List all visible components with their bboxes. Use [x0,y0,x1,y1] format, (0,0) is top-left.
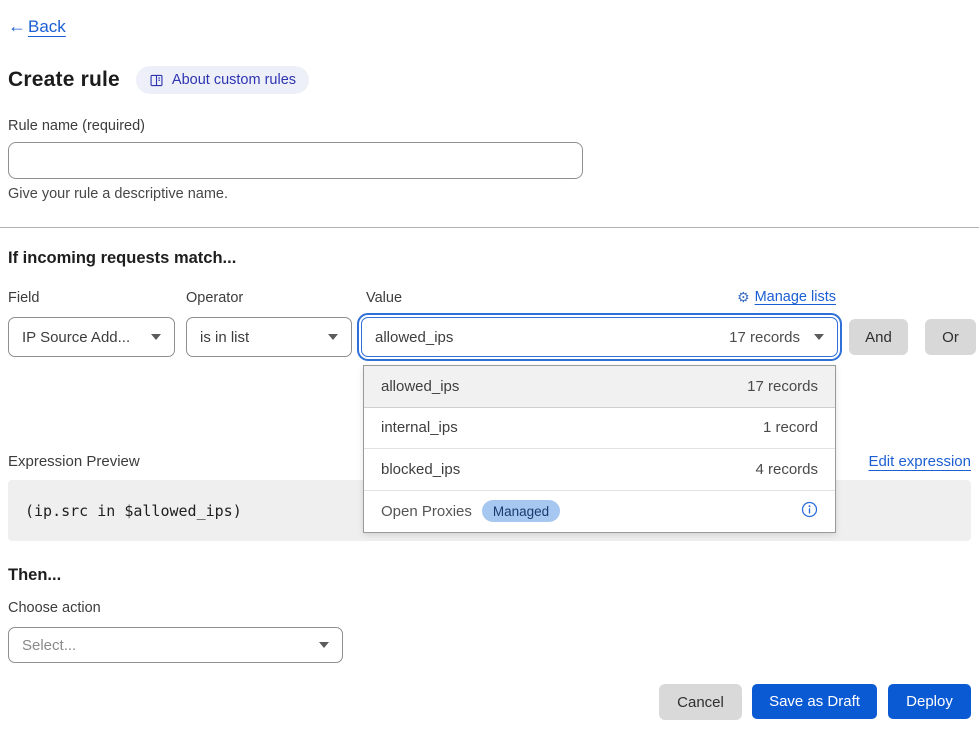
rule-name-helper-text: Give your rule a descriptive name. [8,186,228,202]
operator-select-value: is in list [200,329,249,346]
or-button[interactable]: Or [925,319,976,355]
info-icon[interactable] [801,501,818,522]
cancel-button[interactable]: Cancel [659,684,742,720]
field-select-value: IP Source Add... [22,329,130,346]
title-row: Create rule About custom rules [8,66,309,94]
and-button[interactable]: And [849,319,908,355]
action-select-placeholder: Select... [22,637,76,654]
manage-lists-label: Manage lists [755,289,836,305]
book-icon [149,73,164,88]
list-option-name: Open Proxies [381,503,472,520]
field-select[interactable]: IP Source Add... [8,317,175,357]
about-custom-rules-link[interactable]: About custom rules [136,66,309,94]
match-section-heading: If incoming requests match... [8,249,236,268]
expression-code: (ip.src in $allowed_ips) [25,502,242,520]
list-option-internal-ips[interactable]: internal_ips 1 record [364,408,835,450]
list-option-allowed-ips[interactable]: allowed_ips 17 records [364,366,835,408]
back-link-label: Back [28,17,66,37]
choose-action-label: Choose action [8,600,101,616]
manage-lists-link[interactable]: ⚙ Manage lists [737,289,836,305]
field-label: Field [8,290,39,306]
value-select-records-count: 17 records [729,329,800,346]
rule-name-label: Rule name (required) [8,118,145,134]
rule-name-input[interactable] [8,142,583,179]
page-title: Create rule [8,68,120,92]
list-option-open-proxies[interactable]: Open Proxies Managed [364,491,835,533]
save-as-draft-button[interactable]: Save as Draft [752,684,877,719]
gear-icon: ⚙ [737,290,750,304]
list-option-name: internal_ips [381,419,458,436]
about-custom-rules-label: About custom rules [172,72,296,88]
operator-label: Operator [186,290,243,306]
managed-badge: Managed [482,500,560,522]
expression-preview-label: Expression Preview [8,453,140,470]
chevron-down-icon [814,334,824,340]
then-section-heading: Then... [8,566,61,585]
value-label: Value [366,290,402,306]
section-divider [0,227,979,228]
list-option-name: allowed_ips [381,378,459,395]
value-select[interactable]: allowed_ips 17 records [361,317,838,357]
list-option-name: blocked_ips [381,461,460,478]
action-select[interactable]: Select... [8,627,343,663]
create-rule-page: ← Back Create rule About custom rules Ru… [0,0,979,739]
operator-select[interactable]: is in list [186,317,352,357]
chevron-down-icon [151,334,161,340]
chevron-down-icon [319,642,329,648]
deploy-button[interactable]: Deploy [888,684,971,719]
back-link[interactable]: ← Back [8,16,66,37]
value-select-value: allowed_ips [375,329,453,346]
back-arrow-icon: ← [8,16,26,37]
value-dropdown-menu: allowed_ips 17 records internal_ips 1 re… [363,365,836,533]
list-option-records: 4 records [755,461,818,478]
list-option-records: 17 records [747,378,818,395]
chevron-down-icon [328,334,338,340]
edit-expression-link[interactable]: Edit expression [868,453,971,470]
list-option-records: 1 record [763,419,818,436]
list-option-blocked-ips[interactable]: blocked_ips 4 records [364,449,835,491]
